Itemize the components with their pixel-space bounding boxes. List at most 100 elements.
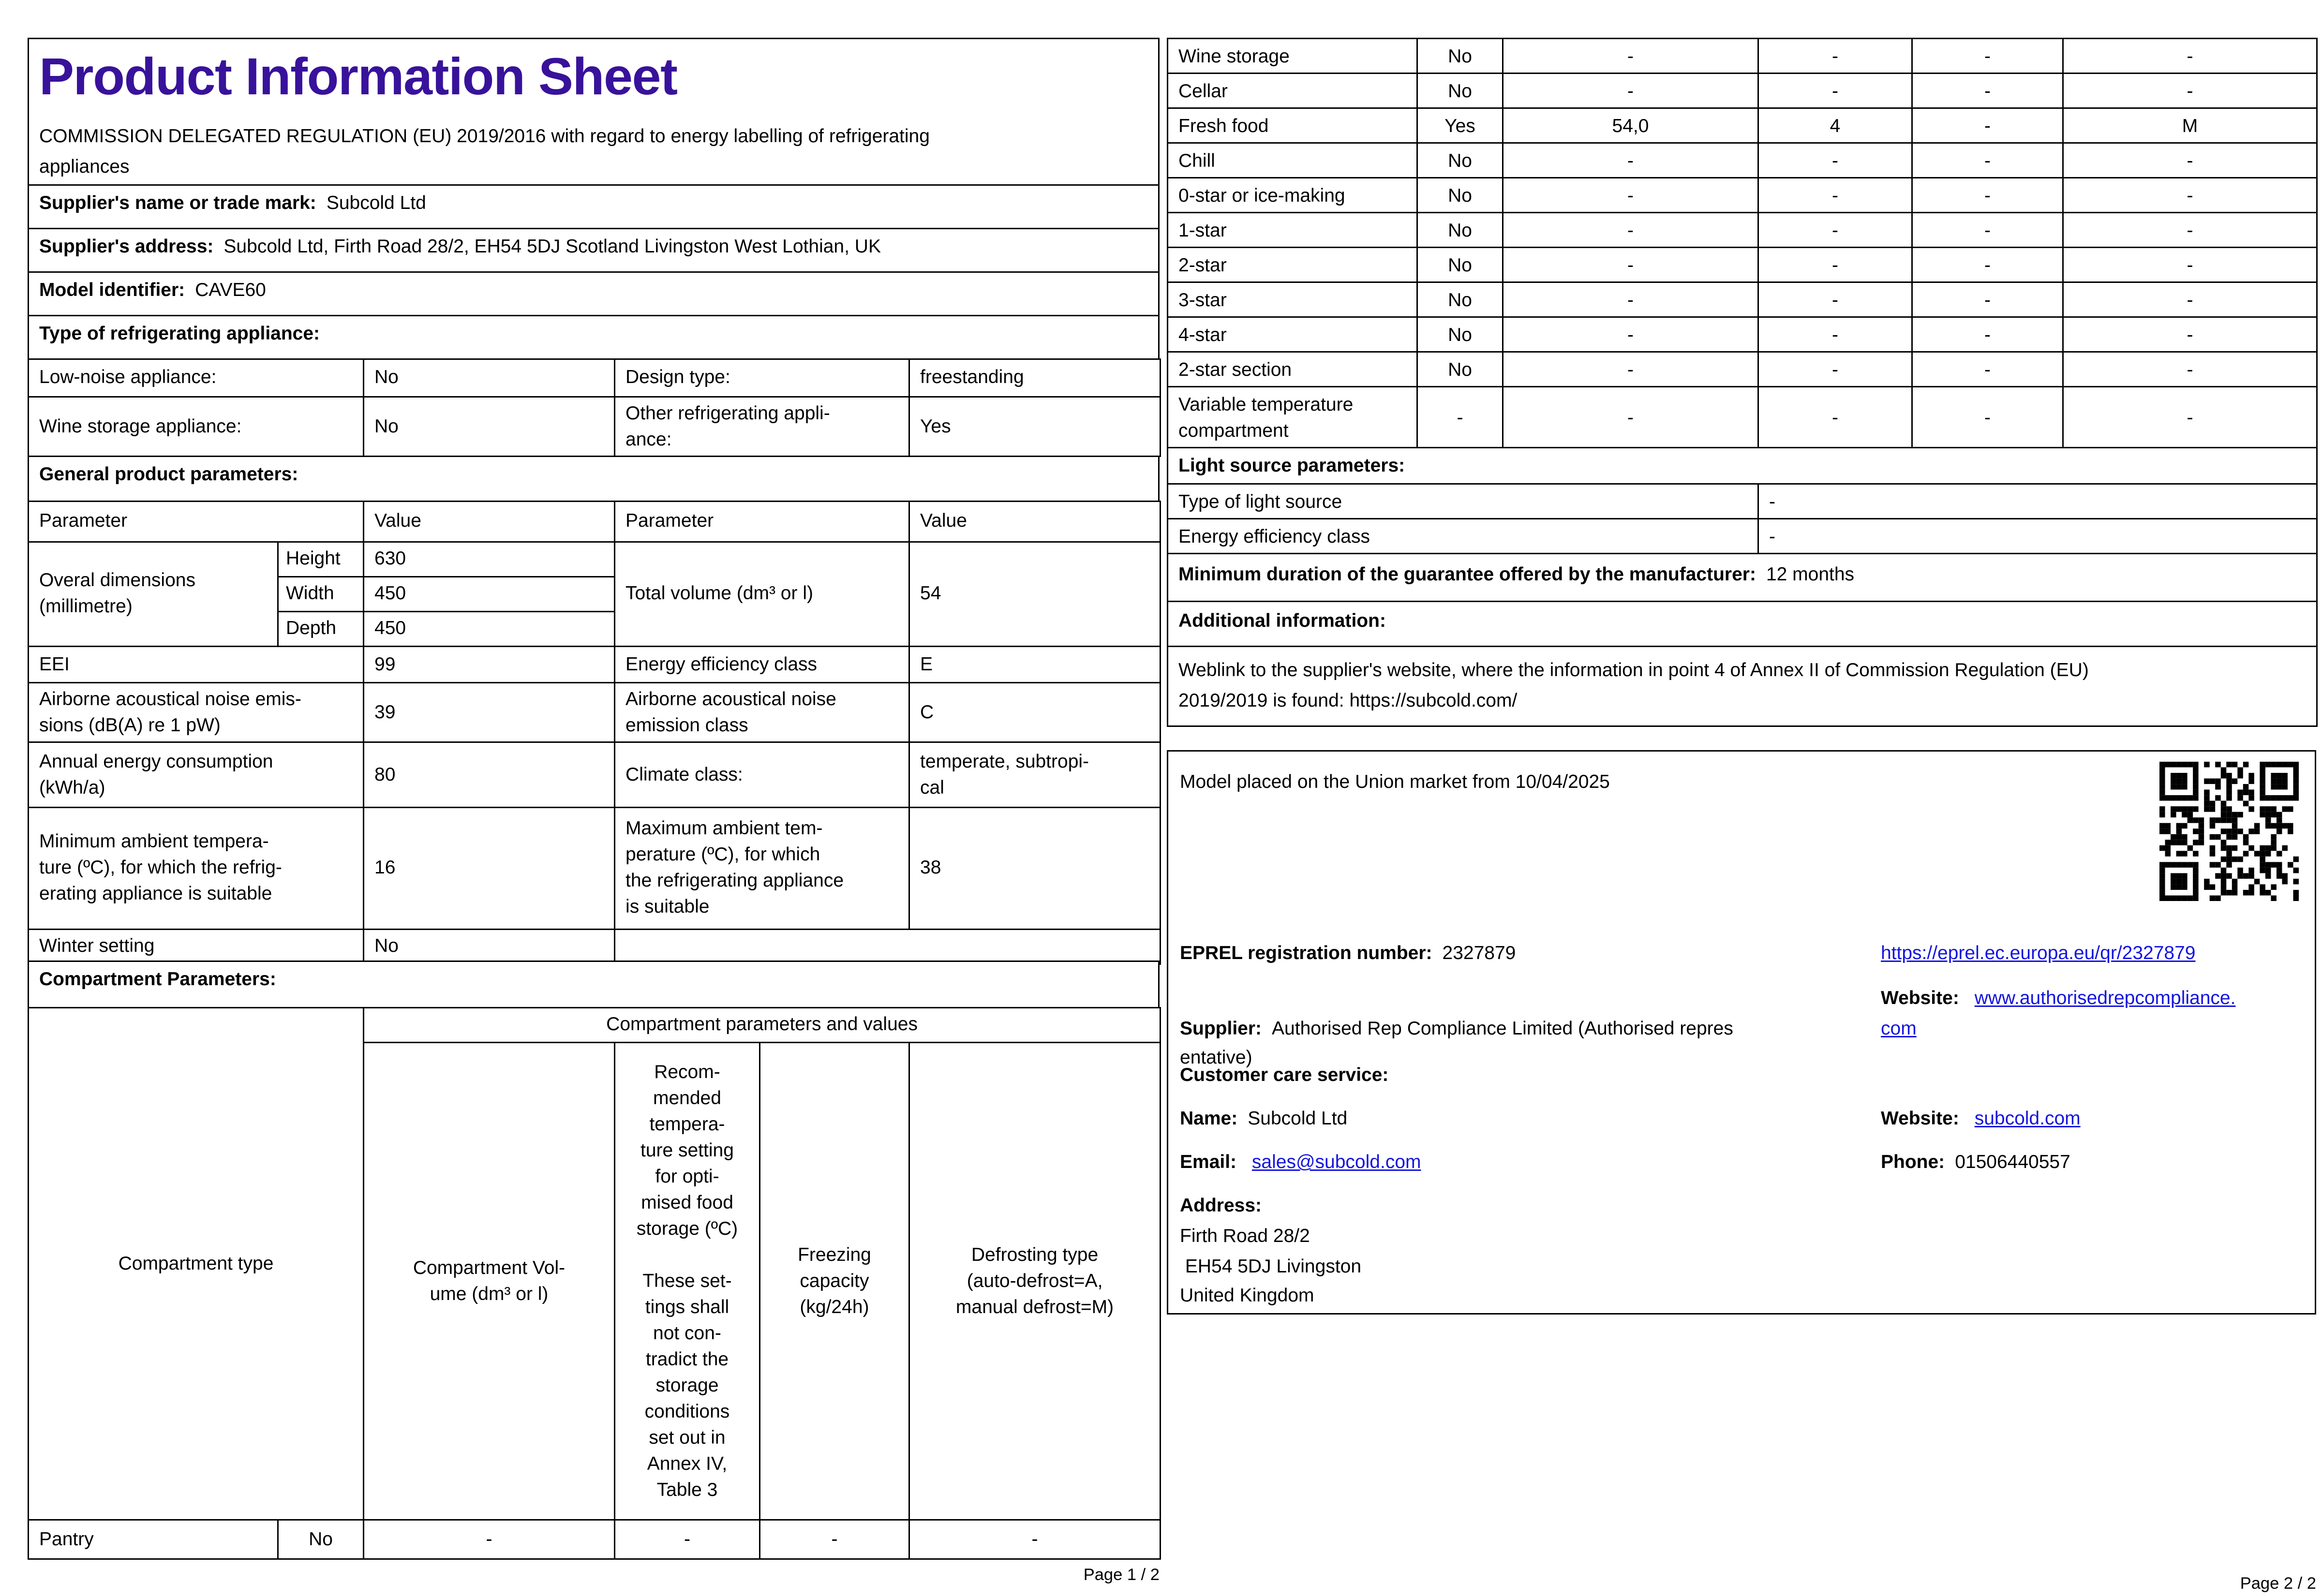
cell-value: - [1911, 107, 2064, 144]
cell-value: 450 [363, 610, 616, 647]
supplier-value: Authorised Rep Compliance Limited (Autho… [1180, 1016, 1733, 1068]
table-row: Type of light source - [1167, 483, 2318, 519]
eprel-label: EPREL registration number: [1180, 942, 1432, 963]
table-row: Wine storage No - - - - [1167, 38, 2318, 74]
cell-value: - [1757, 38, 1913, 74]
group-header: Compartment parameters and values [362, 1006, 1161, 1043]
cell-value: - [2062, 177, 2318, 213]
cell-value: - [1911, 247, 2064, 283]
cell-yesno: No [1416, 281, 1503, 318]
cell-label: Maximum ambient tem- perature (ºC), for … [614, 806, 910, 930]
table-row: 4-star No - - - - [1167, 316, 2318, 353]
cell-yesno: No [1416, 316, 1503, 353]
cell-value: 39 [363, 681, 616, 742]
cell-value: - [2062, 73, 2318, 109]
guarantee-cell: Minimum duration of the guarantee offere… [1167, 553, 2318, 602]
supplier-website-row: Website: www.authorisedrepcompliance. co… [1881, 984, 2309, 1043]
cell-compartment: 0-star or ice-making [1167, 177, 1418, 213]
cell-label: Overal dimensions (millimetre) [28, 540, 279, 647]
cell-value: - [1911, 177, 2064, 213]
type-table: Low-noise appliance: No Design type: fre… [28, 357, 1161, 457]
col-header: Parameter [27, 500, 365, 542]
cell-label: Type of light source [1167, 483, 1759, 519]
col-header: Value [363, 500, 616, 542]
cell-value: 80 [363, 740, 616, 808]
table-row: Pantry No - - - - [28, 1518, 1161, 1559]
customer-care-heading-wrap: Customer care service: [1180, 1062, 1388, 1088]
table-row: Chill No - - - - [1167, 142, 2318, 178]
supplier-name-label: Supplier's name or trade mark: [39, 191, 316, 213]
general-params-table: Parameter Value Parameter Value Overal d… [27, 500, 1161, 964]
cell-value: - [1757, 483, 2318, 519]
cell-compartment: 3-star [1167, 281, 1418, 318]
care-email-row: Email: sales@subcold.com [1180, 1149, 1421, 1175]
regulation-subtitle: COMMISSION DELEGATED REGULATION (EU) 201… [39, 125, 930, 177]
table-row: Energy efficiency class - [1167, 518, 2318, 554]
cell-value: - [1757, 281, 1913, 318]
cell-yesno: No [1416, 38, 1503, 74]
cell-label: Energy efficiency class [614, 645, 910, 683]
supplier-address-label: Supplier's address: [39, 234, 214, 256]
table-row: 0-star or ice-making No - - - - [1167, 177, 2318, 213]
light-source-heading: Light source parameters: [1178, 454, 1405, 476]
market-placed-text: Model placed on the Union market from 10… [1180, 770, 1610, 792]
cell-value: 16 [363, 806, 616, 930]
care-website-row: Website: subcold.com [1881, 1106, 2081, 1132]
cell-compartment: Chill [1167, 142, 1418, 178]
col-header: Parameter [614, 500, 910, 542]
col-header-temperature: Recom- mended tempera- ture setting for … [614, 1041, 760, 1520]
table-row: Wine storage appliance: No Other refrige… [28, 395, 1161, 457]
table-row: Parameter Value Parameter Value [27, 500, 1161, 542]
market-info-box: Model placed on the Union market from 10… [1167, 750, 2316, 1315]
supplier-name-row: Supplier's name or trade mark: Subcold Lt… [28, 183, 1160, 229]
model-identifier-row: Model identifier: CAVE60 [28, 270, 1160, 316]
address-label: Address: [1180, 1194, 1262, 1216]
guarantee-label: Minimum duration of the guarantee offere… [1178, 563, 1756, 585]
cell-value: - [1911, 212, 2064, 248]
care-phone-value: 01506440557 [1955, 1151, 2070, 1172]
customer-care-heading: Customer care service: [1180, 1064, 1389, 1085]
cell-value: 54 [908, 540, 1161, 647]
cell-value: - [2062, 38, 2318, 74]
cell-value: - [2062, 212, 2318, 248]
care-email-link[interactable]: sales@subcold.com [1252, 1151, 1421, 1172]
cell-label: Total volume (dm³ or l) [614, 540, 910, 647]
care-name-label: Name: [1180, 1107, 1238, 1129]
table-row: 2-star section No - - - - [1167, 351, 2318, 387]
care-name-row: Name: Subcold Ltd [1180, 1106, 1347, 1132]
compartment-table: Compartment type Compartment parameters … [28, 1006, 1161, 1559]
cell-label: EEI [27, 645, 365, 683]
supplier-name-value: Subcold Ltd [326, 191, 426, 213]
care-phone-row: Phone: 01506440557 [1881, 1149, 2070, 1175]
cell-compartment: Cellar [1167, 73, 1418, 109]
cell-value: - [1911, 142, 2064, 178]
cell-value: - [1757, 351, 1913, 387]
eprel-link[interactable]: https://eprel.ec.europa.eu/qr/2327879 [1881, 942, 2195, 963]
supplier-website-label: Website: [1881, 987, 1959, 1008]
cell-value: freestanding [908, 357, 1161, 397]
cell-value: - [1757, 247, 1913, 283]
supplier-label: Supplier: [1180, 1016, 1262, 1038]
cell-value: 99 [363, 645, 616, 683]
cell-value: - [759, 1518, 910, 1559]
cell-value: - [1757, 316, 1913, 353]
cell-value: No [363, 395, 615, 457]
cell-label: Annual energy consumption (kWh/a) [27, 740, 365, 808]
compartment-heading: Compartment Parameters: [39, 967, 276, 989]
cell-empty [614, 928, 1161, 964]
care-website-link[interactable]: subcold.com [1975, 1107, 2081, 1129]
supplier-row: Supplier: Authorised Rep Compliance Limit… [1180, 984, 1862, 1073]
cell-compartment: 2-star section [1167, 351, 1418, 387]
document-canvas: Product Information Sheet COMMISSION DEL… [0, 0, 2322, 1596]
col-header: Value [908, 500, 1161, 542]
cell-value: - [2062, 386, 2318, 448]
supplier-address-row: Supplier's address: Subcold Ltd, Firth Ro… [28, 227, 1160, 273]
cell-yesno: No [1416, 212, 1503, 248]
page2-footer: Page 2 / 2 [2240, 1576, 2316, 1593]
table-row: Annual energy consumption (kWh/a) 80 Cli… [27, 740, 1161, 808]
address-label-wrap: Address: [1180, 1193, 1262, 1219]
cell-yesno: No [1416, 247, 1503, 283]
table-row: Cellar No - - - - [1167, 73, 2318, 109]
cell-label: Climate class: [614, 740, 910, 808]
model-identifier-value: CAVE60 [195, 278, 266, 300]
